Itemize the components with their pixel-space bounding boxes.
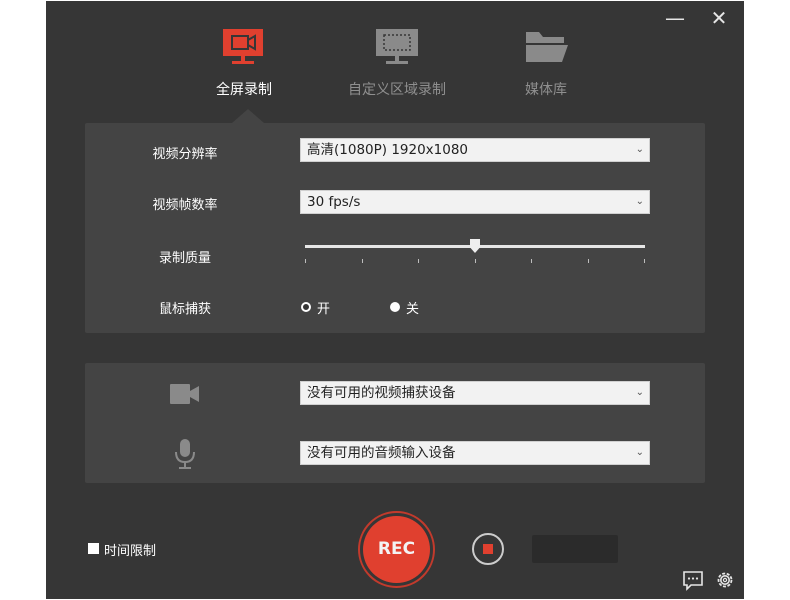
chevron-down-icon: ⌄ [635, 387, 644, 398]
timer-display [532, 535, 618, 563]
monitor-record-icon [220, 27, 268, 67]
framerate-value: 30 fps/s [307, 194, 361, 210]
stop-icon [483, 544, 493, 554]
active-tab-pointer [232, 109, 264, 123]
framerate-select[interactable]: 30 fps/s ⌄ [300, 190, 650, 214]
audio-device-value: 没有可用的音频输入设备 [307, 445, 456, 461]
stop-button[interactable] [472, 533, 504, 565]
mouse-capture-label: 鼠标捕获 [158, 302, 211, 317]
folder-icon [522, 27, 570, 67]
slider-tick [362, 259, 363, 263]
tab-label: 自定义区域录制 [348, 82, 446, 98]
minimize-button[interactable]: — [662, 7, 688, 29]
slider-tick [588, 259, 589, 263]
slider-tick [305, 259, 306, 263]
gear-icon[interactable] [714, 569, 736, 591]
slider-tick [418, 259, 419, 263]
resolution-select[interactable]: 高清(1080P) 1920x1080 ⌄ [300, 138, 650, 162]
mouse-capture-off-radio[interactable] [390, 302, 400, 312]
region-select-icon [373, 27, 421, 67]
feedback-icon[interactable] [682, 569, 704, 591]
time-limit-checkbox[interactable] [88, 543, 99, 554]
mouse-capture-on-radio[interactable] [301, 302, 311, 312]
chevron-down-icon: ⌄ [635, 144, 644, 155]
time-limit-label: 时间限制 [104, 544, 157, 559]
video-device-select[interactable]: 没有可用的视频捕获设备 ⌄ [300, 381, 650, 405]
mouse-capture-on-label: 开 [317, 302, 331, 317]
quality-label: 录制质量 [158, 251, 211, 266]
microphone-icon [173, 438, 197, 474]
slider-tick [531, 259, 532, 263]
rec-button[interactable]: REC [363, 516, 430, 583]
tab-region-record[interactable]: 自定义区域录制 [317, 27, 477, 99]
close-button[interactable]: ✕ [706, 7, 732, 29]
video-device-value: 没有可用的视频捕获设备 [307, 385, 456, 401]
mouse-capture-off-label: 关 [406, 302, 420, 317]
slider-tick [475, 259, 476, 263]
tab-fullscreen-record[interactable]: 全屏录制 [164, 27, 324, 99]
tab-label: 媒体库 [525, 82, 567, 98]
camera-icon [169, 381, 201, 411]
devices-panel: 没有可用的视频捕获设备 ⌄ 没有可用的音频输入设备 ⌄ [85, 363, 705, 483]
recorder-window: — ✕ 全屏录制 自定义区域录制 媒体库 视频分辨率 高清(1080P) 192… [46, 1, 744, 599]
slider-tick [644, 259, 645, 263]
resolution-label: 视频分辨率 [152, 147, 218, 162]
tab-label: 全屏录制 [216, 82, 272, 98]
chevron-down-icon: ⌄ [635, 447, 644, 458]
resolution-value: 高清(1080P) 1920x1080 [307, 142, 469, 158]
chevron-down-icon: ⌄ [635, 196, 644, 207]
audio-device-select[interactable]: 没有可用的音频输入设备 ⌄ [300, 441, 650, 465]
tab-media-library[interactable]: 媒体库 [466, 27, 626, 99]
framerate-label: 视频帧数率 [152, 198, 218, 213]
